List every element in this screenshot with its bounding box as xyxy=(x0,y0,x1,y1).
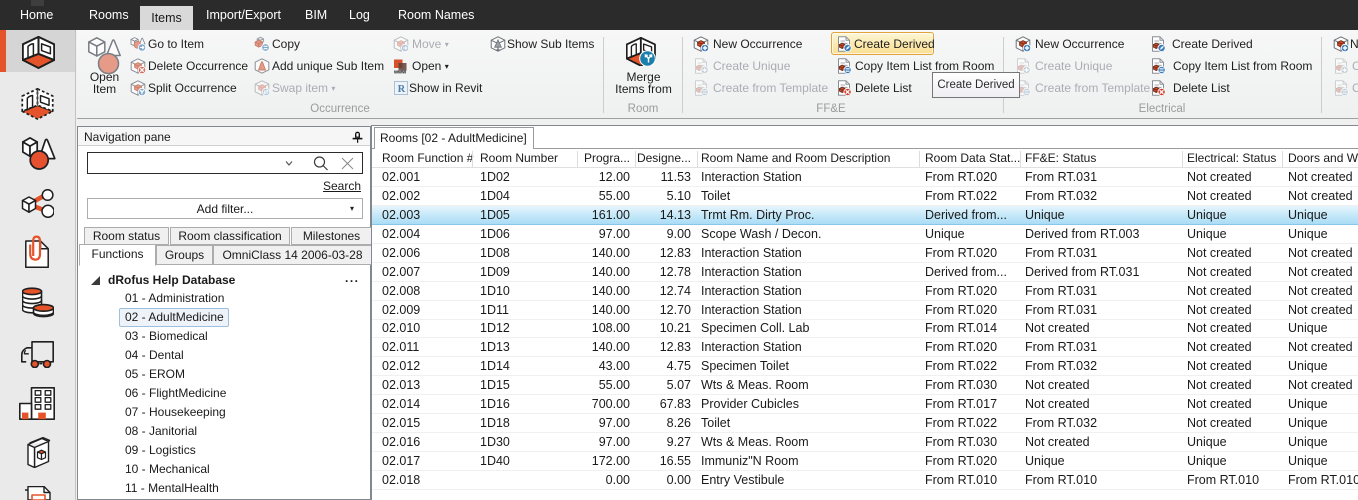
svg-text:www: www xyxy=(393,70,407,75)
svg-text:R: R xyxy=(398,84,406,95)
